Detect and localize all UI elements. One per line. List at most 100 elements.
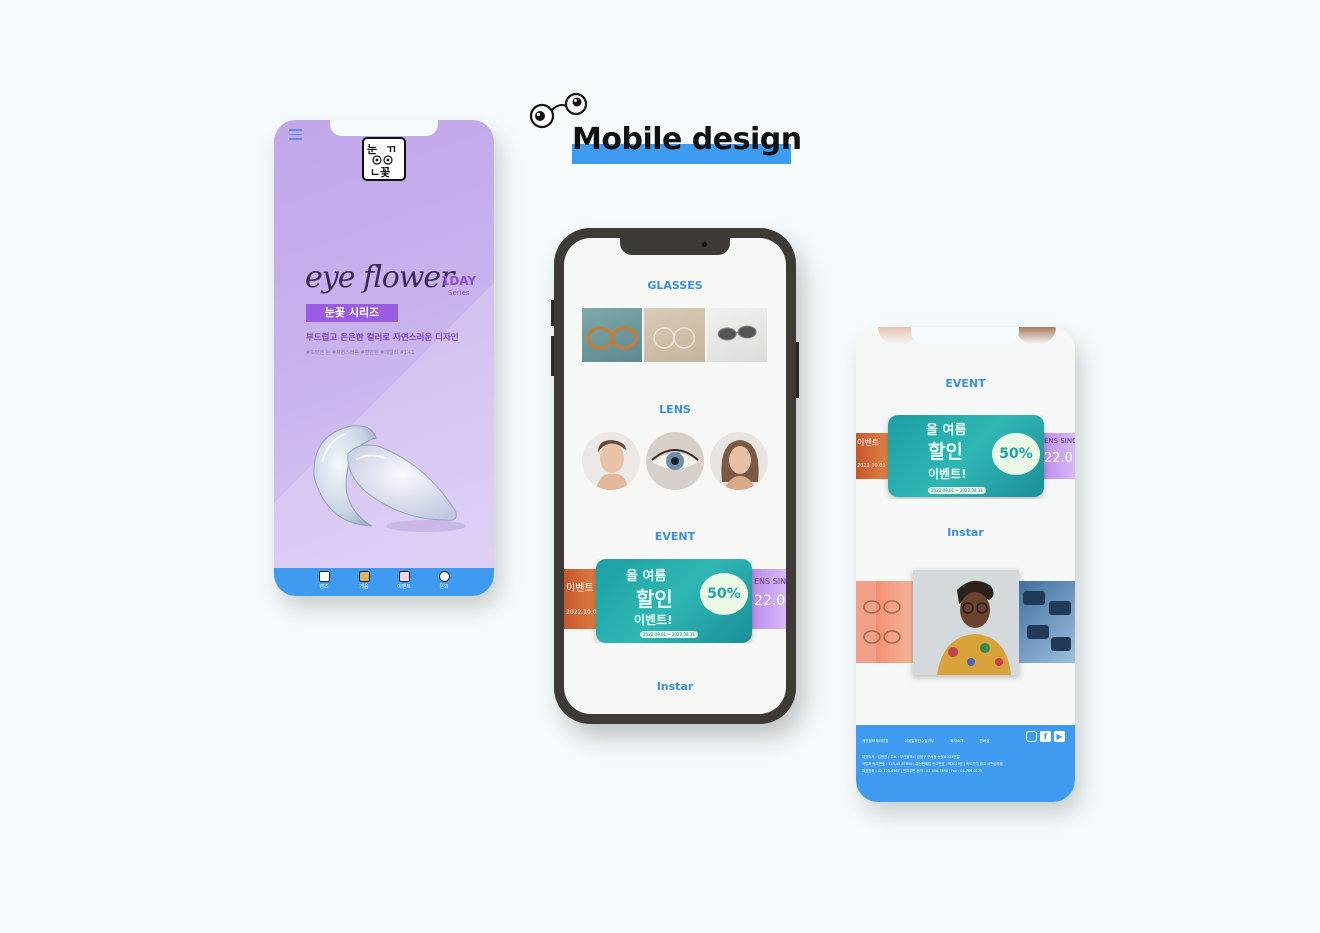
facebook-icon[interactable]: f: [1040, 731, 1051, 742]
event-headline-main: 할인: [928, 441, 963, 463]
event-prev-date: 2022.10.01: [857, 463, 886, 469]
power-button: [796, 342, 799, 398]
model-thumbnail[interactable]: [582, 432, 640, 490]
tab-event[interactable]: 이벤트: [390, 571, 418, 596]
event-period: 2022.08.01 ~ 2022.08.31: [640, 631, 698, 638]
svg-text:눈: 눈: [367, 143, 377, 156]
lens-gallery: [582, 432, 768, 492]
instar-section-title: Instar: [947, 526, 984, 539]
tab-label: 렌즈: [319, 584, 329, 590]
event-headline-sub: 이벤트!: [928, 467, 967, 481]
glasses-icon: [586, 326, 638, 350]
event-prev-title: 이벤트: [566, 583, 594, 594]
glasses-gallery: [582, 308, 767, 362]
instar-post-featured[interactable]: [913, 570, 1019, 675]
glasses-thumbnail[interactable]: [644, 308, 705, 362]
model-thumbnail-partial: [1016, 327, 1056, 344]
model-photo: [913, 570, 1019, 675]
tab-label: 이벤트: [397, 584, 411, 590]
social-links: f ▶: [1026, 731, 1065, 742]
brand-logo-mark: 눈 ㄲ ㄴ꽃: [367, 143, 396, 179]
eye-closeup-thumbnail[interactable]: [646, 432, 704, 490]
svg-text:ㄴ꽃: ㄴ꽃: [370, 166, 390, 179]
brand-logo[interactable]: 눈 ㄲ ㄴ꽃: [362, 137, 406, 181]
footer-company-info: 대표이사 : 김현진 | 주소 : 부산광역시 금정구 구서동 눈꽃로123번길…: [862, 754, 1003, 775]
tab-label: 게움: [359, 584, 369, 590]
tab-lens[interactable]: 렌즈: [310, 571, 338, 596]
event-period: 2022.08.01 ~ 2022.08.31: [928, 487, 986, 494]
oneday-label: 1DAY: [441, 274, 477, 288]
event-banner-main[interactable]: 올 여름 할인 이벤트! 50% 2022.08.01 ~ 2022.08.31: [596, 559, 752, 643]
footer-info-line: 사업자 등록번호 : 123-45-67890 | 통신판매업 신고번호 : 제…: [862, 762, 1003, 766]
site-footer: 개인정보처리방침 이메일무단수집거부 회사소개 멤버쉽 f ▶ 대표이사 : 김…: [856, 725, 1075, 802]
event-next-title: ENS SINC: [754, 577, 786, 586]
event-banner-next[interactable]: ENS SINC 22.0: [750, 569, 786, 629]
tab-label: 문의: [439, 584, 449, 590]
model-thumbnail[interactable]: [710, 432, 768, 490]
event-banner-next[interactable]: ENS SINC 22.0: [1041, 433, 1075, 479]
tab-inquiry[interactable]: 문의: [430, 571, 458, 596]
discount-badge: 50%: [700, 573, 748, 615]
model-face-image: [721, 440, 759, 490]
sunglasses-display-image: [1023, 591, 1071, 651]
eye-icon: [651, 449, 699, 470]
phone-mockup-center: GLASSES LENS EVENT 이벤트 2022.10.01 ENS SI…: [554, 228, 796, 724]
event-banner-carousel[interactable]: 이벤트 2022.10.01 ENS SINC 22.0 올 여름 할인 이벤트…: [856, 415, 1075, 499]
phone-notch: [620, 238, 730, 255]
contact-lens-image: [313, 425, 466, 532]
footer-info-line: 대표이사 : 김현진 | 주소 : 부산광역시 금정구 구서동 눈꽃로123번길: [862, 755, 960, 759]
hamburger-menu-icon[interactable]: [289, 129, 302, 140]
glasses-thumbnail[interactable]: [706, 308, 767, 362]
glasses-thumbnail[interactable]: [582, 308, 643, 362]
event-section-title: EVENT: [654, 530, 696, 543]
footer-link-privacy[interactable]: 개인정보처리방침: [862, 739, 888, 744]
glasses-section-title: GLASSES: [647, 279, 703, 292]
instar-post[interactable]: [856, 581, 914, 663]
event-next-date: 22.0: [1044, 451, 1073, 466]
page-heading: Mobile design: [528, 92, 808, 172]
event-banner-prev[interactable]: 이벤트 2022.10.01: [856, 433, 890, 479]
page-title: Mobile design: [572, 122, 802, 157]
instar-post[interactable]: [1019, 581, 1075, 663]
footer-link-membership[interactable]: 멤버쉽: [979, 739, 989, 744]
event-banner-main[interactable]: 올 여름 할인 이벤트! 50% 2022.08.01 ~ 2022.08.31: [888, 415, 1044, 497]
phone-mockup-main: 눈 ㄲ ㄴ꽃 eye flower 1DAY Series 눈꽃 시리즈 부드럽…: [274, 120, 494, 596]
instar-section-title: Instar: [656, 680, 694, 693]
event-banner-carousel[interactable]: 이벤트 2022.10.01 ENS SINC 22.0 올 여름 할인 이벤트…: [564, 559, 786, 643]
camera-icon: [702, 242, 707, 247]
event-headline-main: 할인: [636, 587, 673, 611]
glasses-icon: [653, 327, 696, 349]
instar-gallery: [856, 570, 1075, 679]
tab-product[interactable]: 게움: [350, 571, 378, 596]
product-icon: [358, 571, 370, 582]
lens-section-title: LENS: [659, 403, 691, 416]
series-label: Series: [448, 289, 470, 297]
product-tags: #또렷한 눈 #자연스러움 #편안한 #데일리 #1+1: [306, 350, 415, 356]
youtube-icon[interactable]: ▶: [1054, 731, 1065, 742]
event-next-title: ENS SINC: [1044, 437, 1075, 445]
footer-info-line: 대표전화 : 02-123-4567 | 전자우편 문의 : 02-456-78…: [862, 769, 983, 773]
home-icon: [318, 571, 330, 582]
product-name: eye flower: [305, 260, 455, 295]
inquiry-icon: [438, 571, 450, 582]
event-section-title: EVENT: [945, 377, 986, 390]
glasses-icon: [856, 581, 901, 663]
footer-link-email-policy[interactable]: 이메일무단수집거부: [904, 739, 934, 744]
event-next-date: 22.0: [754, 593, 786, 609]
event-headline-sub: 이벤트!: [634, 613, 673, 627]
phone-notch: [911, 327, 1019, 344]
product-description: 부드럽고 은은한 컬러로 자연스러운 디자인: [306, 333, 459, 343]
discount-badge: 50%: [992, 433, 1040, 475]
footer-links: 개인정보처리방침 이메일무단수집거부 회사소개 멤버쉽: [862, 739, 989, 744]
series-badge[interactable]: 눈꽃 시리즈: [306, 304, 398, 322]
bottom-tab-bar: 렌즈 게움 이벤트 문의: [274, 568, 494, 596]
event-headline: 올 여름: [926, 423, 967, 438]
event-prev-title: 이벤트: [857, 438, 880, 447]
phone-screen: GLASSES LENS EVENT 이벤트 2022.10.01 ENS SI…: [564, 238, 786, 714]
phone-notch: [330, 120, 438, 136]
model-face-image: [596, 440, 628, 490]
svg-text:ㄲ: ㄲ: [386, 143, 396, 156]
event-icon: [398, 571, 410, 582]
footer-link-about[interactable]: 회사소개: [950, 739, 963, 744]
instagram-icon[interactable]: [1026, 731, 1037, 742]
